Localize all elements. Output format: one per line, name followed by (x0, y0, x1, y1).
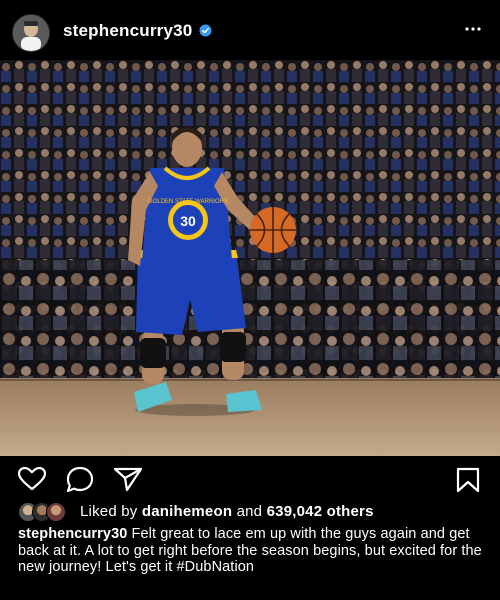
paper-plane-icon[interactable] (113, 467, 143, 492)
jersey-number: 30 (180, 213, 196, 229)
avatar-image (13, 15, 49, 51)
comment-icon[interactable] (66, 466, 94, 493)
liked-by-middle: and (236, 503, 263, 520)
post-header: stephencurry30 (0, 0, 500, 60)
bookmark-icon[interactable] (455, 467, 481, 493)
action-bar (0, 464, 500, 494)
post-photo[interactable]: GOLDEN STATE WARRIORS 30 (0, 60, 500, 456)
jersey-text: GOLDEN STATE WARRIORS (148, 199, 228, 205)
likes-count-link[interactable]: 639,042 others (267, 503, 374, 520)
verified-badge-icon (199, 24, 212, 37)
post-caption: stephencurry30 Felt great to lace em up … (18, 526, 488, 576)
liked-by-user-link[interactable]: danihemeon (142, 503, 232, 520)
liker-avatars[interactable] (18, 502, 74, 522)
username-link[interactable]: stephencurry30 (63, 21, 192, 41)
liked-by-prefix: Liked by (80, 503, 138, 520)
basketball-photo: GOLDEN STATE WARRIORS 30 (0, 60, 500, 456)
heart-icon[interactable] (18, 467, 46, 491)
caption-username-link[interactable]: stephencurry30 (18, 526, 127, 542)
profile-avatar[interactable] (12, 14, 50, 52)
liked-by-text: Liked by danihemeon and 639,042 others (80, 503, 374, 520)
liker-avatar (46, 502, 66, 522)
more-options-icon[interactable] (464, 22, 482, 36)
